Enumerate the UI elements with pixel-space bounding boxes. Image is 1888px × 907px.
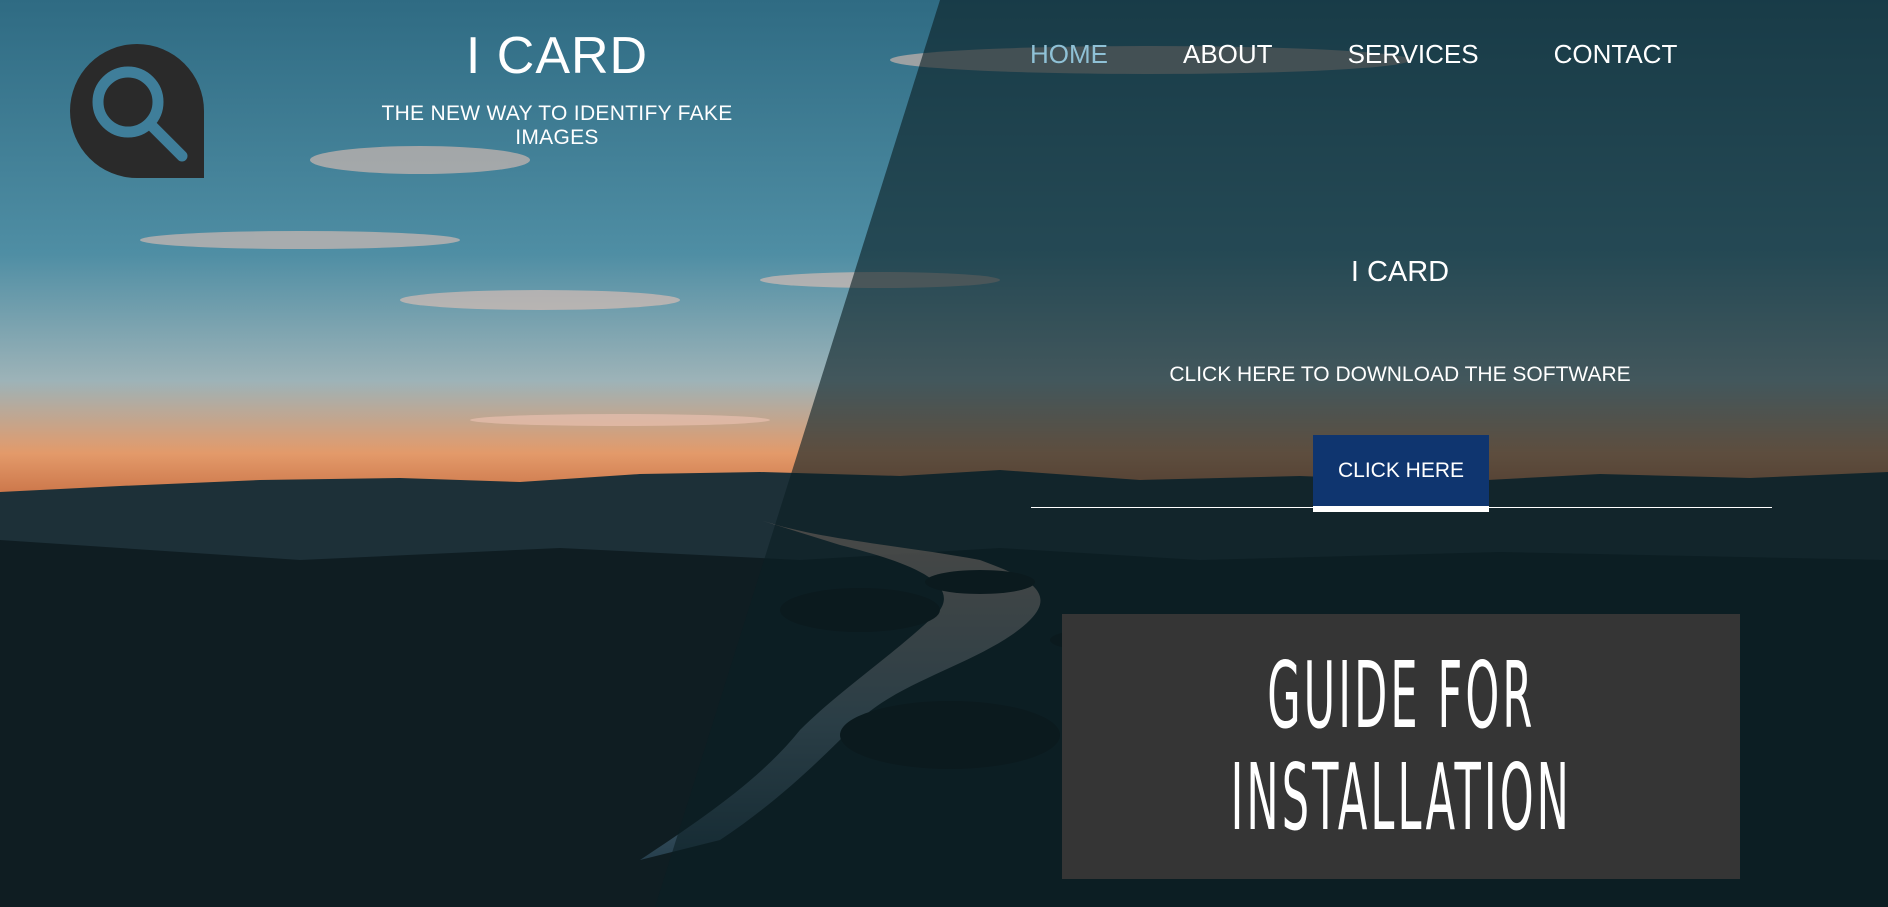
main-navigation: HOME ABOUT SERVICES CONTACT xyxy=(1030,37,1752,71)
search-icon xyxy=(70,44,204,178)
nav-item-about[interactable]: ABOUT xyxy=(1183,37,1273,71)
hero-title: I CARD xyxy=(1350,256,1450,288)
nav-item-contact[interactable]: CONTACT xyxy=(1554,37,1678,71)
download-button[interactable]: CLICK HERE xyxy=(1313,435,1489,512)
guide-heading-line-2: INSTALLATION xyxy=(1230,743,1572,851)
nav-item-home[interactable]: HOME xyxy=(1030,37,1108,71)
guide-heading-line-1: GUIDE FOR xyxy=(1266,641,1536,749)
brand-title[interactable]: I CARD xyxy=(357,24,757,88)
divider-line xyxy=(1031,507,1772,508)
guide-heading: GUIDE FOR INSTALLATION xyxy=(1230,641,1572,851)
nav-item-services[interactable]: SERVICES xyxy=(1348,37,1479,71)
brand-tagline: THE NEW WAY TO IDENTIFY FAKE IMAGES xyxy=(381,102,733,149)
installation-guide-panel[interactable]: GUIDE FOR INSTALLATION xyxy=(1062,614,1740,879)
brand: I CARD THE NEW WAY TO IDENTIFY FAKE IMAG… xyxy=(357,24,757,150)
hero-subtitle: CLICK HERE TO DOWNLOAD THE SOFTWARE xyxy=(1169,363,1631,386)
